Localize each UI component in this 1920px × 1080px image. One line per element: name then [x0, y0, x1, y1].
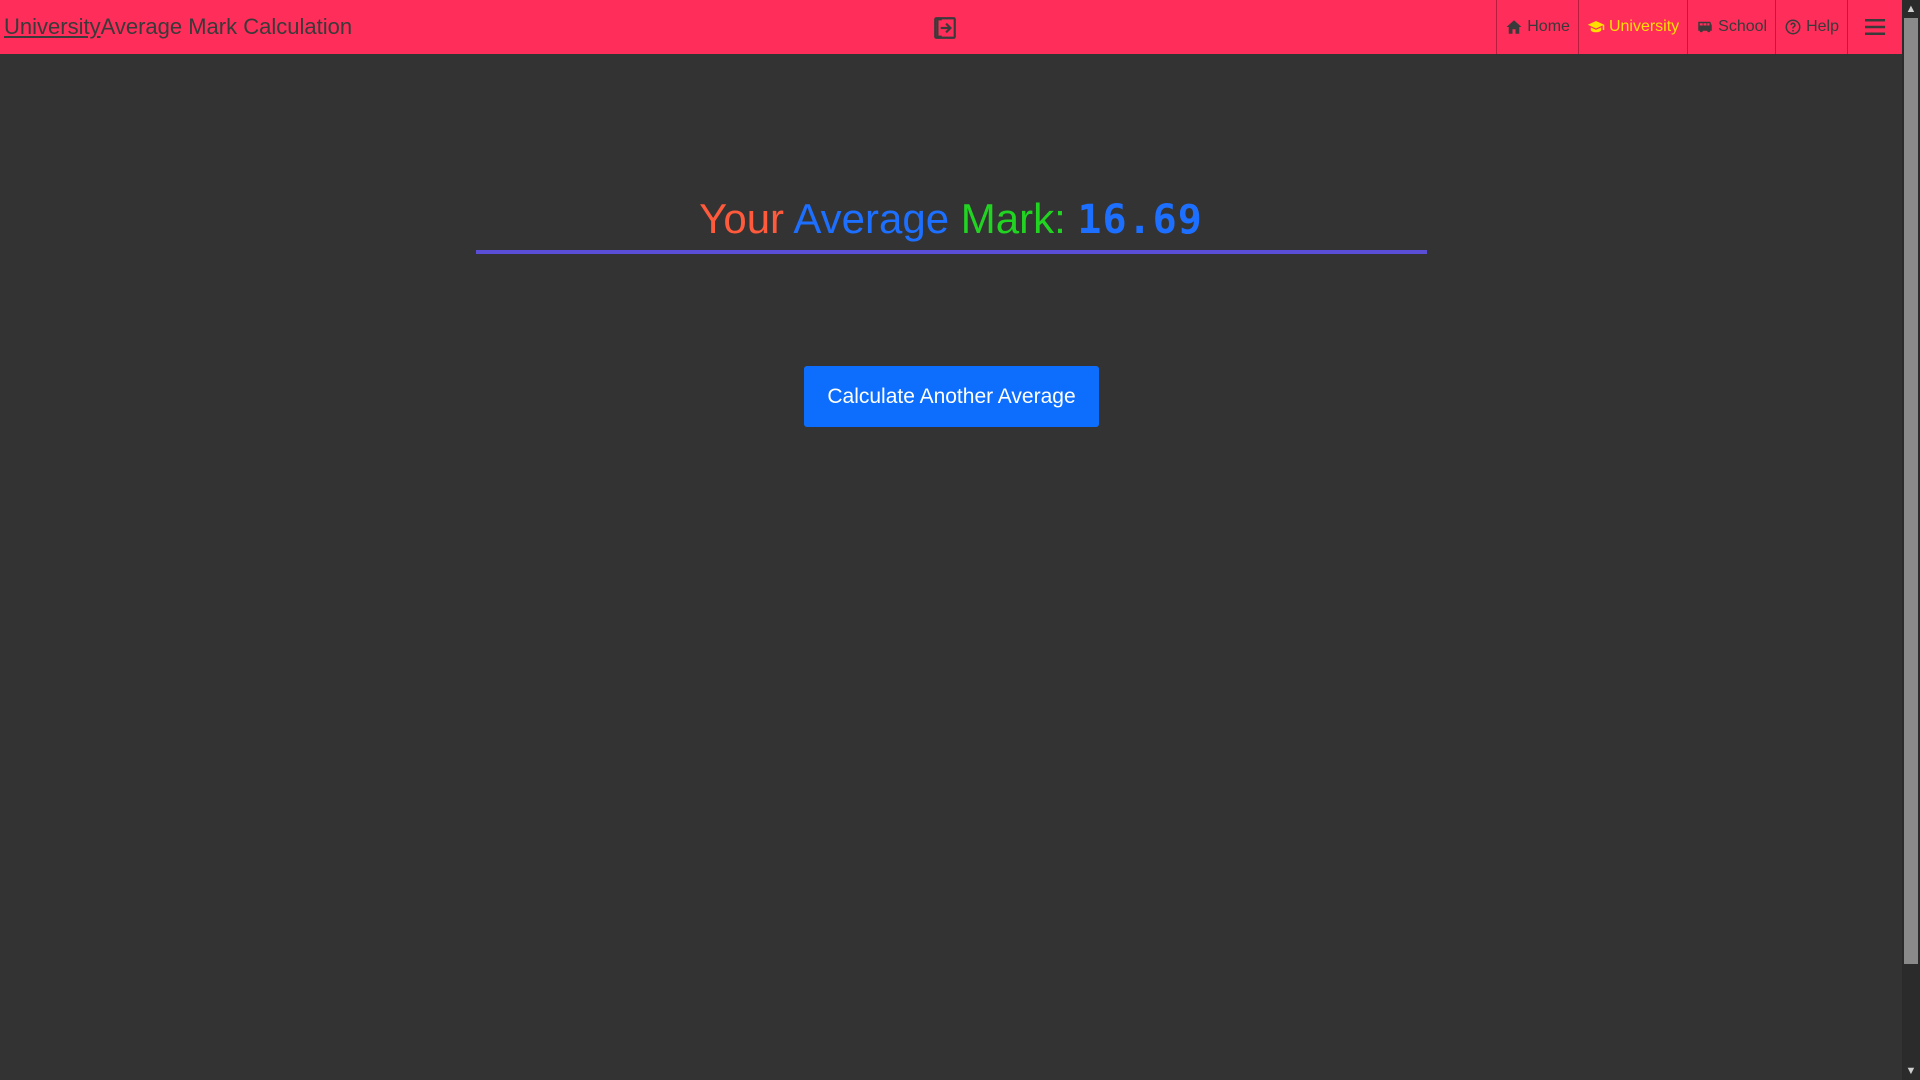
graduation-cap-icon [1587, 18, 1605, 36]
scroll-up-arrow-icon[interactable]: ▲ [1902, 0, 1920, 18]
nav-item-help[interactable]: Help [1775, 0, 1847, 54]
nav-menu: Home University School Help [1496, 0, 1902, 54]
question-circle-icon [1784, 18, 1802, 36]
nav-item-school[interactable]: School [1687, 0, 1775, 54]
hamburger-menu-icon [1863, 15, 1887, 39]
nav-item-home[interactable]: Home [1496, 0, 1578, 54]
heading-divider [476, 250, 1427, 254]
hamburger-menu-button[interactable] [1847, 0, 1902, 54]
calculate-another-average-button[interactable]: Calculate Another Average [804, 366, 1099, 427]
nav-item-label: Home [1527, 18, 1570, 35]
page-scrollbar[interactable]: ▲ ▼ [1902, 0, 1920, 1080]
heading-word-mark: Mark: [960, 195, 1078, 242]
top-navbar: University Average Mark Calculation Home… [0, 0, 1902, 54]
heading-word-your: Your [699, 195, 794, 242]
heading-word-average: Average [793, 195, 961, 242]
scroll-down-arrow-icon[interactable]: ▼ [1902, 1062, 1920, 1080]
average-mark-value: 16.69 [1077, 197, 1203, 243]
nav-item-university[interactable]: University [1577, 0, 1687, 54]
nav-item-label: University [1608, 18, 1680, 35]
page-title: University Average Mark Calculation [4, 0, 352, 54]
nav-item-label: Help [1806, 18, 1839, 35]
school-bus-icon [1696, 18, 1714, 36]
average-mark-heading: Your Average Mark: 16.69 [476, 195, 1426, 243]
brand-university-link[interactable]: University [4, 14, 101, 40]
exit-icon[interactable] [932, 15, 958, 41]
home-icon [1505, 18, 1523, 36]
scrollbar-thumb[interactable] [1904, 18, 1918, 964]
brand-title-text: Average Mark Calculation [100, 14, 353, 39]
nav-item-label: School [1718, 18, 1768, 35]
